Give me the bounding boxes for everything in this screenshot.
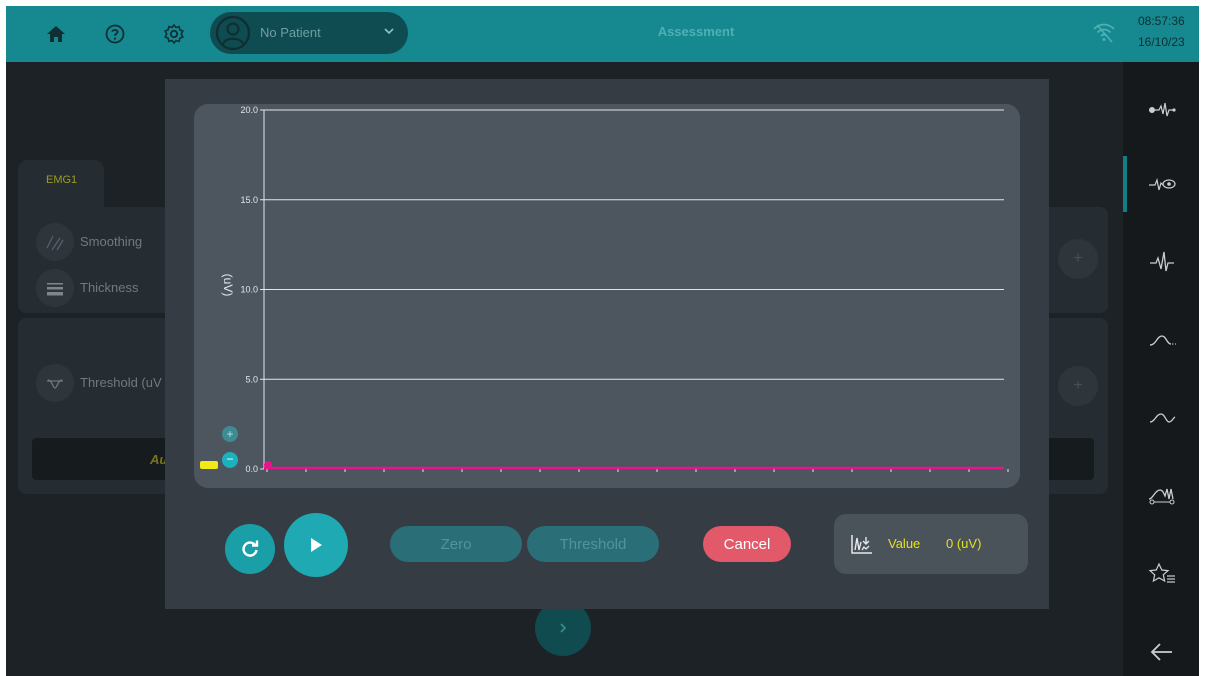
tab-emg1[interactable]: EMG1	[18, 160, 104, 212]
y-tick-label: 0.0	[245, 464, 258, 474]
curve-icon[interactable]	[1145, 326, 1179, 354]
zoom-out-button[interactable]: −	[222, 452, 238, 468]
emg-view-icon[interactable]	[1145, 170, 1179, 198]
zoom-in-button[interactable]: +	[222, 426, 238, 442]
clock-time: 08:57:36	[1138, 14, 1185, 28]
value-label: Value	[888, 536, 921, 551]
reset-button[interactable]	[225, 524, 275, 574]
y-tick-label: 10.0	[240, 285, 258, 295]
help-icon[interactable]	[101, 20, 129, 48]
clock-date: 16/10/23	[1138, 35, 1185, 49]
y-tick-label: 15.0	[240, 195, 258, 205]
refresh-icon	[242, 540, 259, 557]
tab-label: EMG1	[46, 174, 78, 186]
user-icon	[215, 15, 251, 51]
app-screen: No Patient Assessment 08:57:36 16/10/23	[6, 6, 1199, 676]
increase-button[interactable]: +	[1058, 239, 1098, 279]
thickness-label: Thickness	[80, 280, 139, 295]
value-readout: Value 0 (uV)	[834, 514, 1028, 574]
chart-value-icon	[851, 535, 872, 554]
value-reading: 0 (uV)	[946, 536, 982, 551]
top-bar: No Patient Assessment 08:57:36 16/10/23	[6, 6, 1199, 62]
thickness-icon	[36, 269, 74, 307]
emg-probe-icon[interactable]	[1145, 96, 1179, 124]
y-tick-label: 20.0	[240, 105, 258, 115]
chevron-down-icon	[384, 28, 394, 35]
cancel-button[interactable]: Cancel	[703, 526, 791, 562]
patient-selector[interactable]: No Patient	[210, 12, 408, 54]
signal-chart: 20.0 15.0 10.0 5.0 0.0 (uV) + −	[194, 104, 1020, 488]
smoothing-icon	[36, 223, 74, 261]
patient-name: No Patient	[260, 25, 321, 40]
favorites-icon[interactable]	[1145, 560, 1179, 588]
right-sidebar	[1123, 62, 1199, 676]
play-button[interactable]	[284, 513, 348, 577]
emg-signal-icon[interactable]	[1145, 248, 1179, 276]
threshold-label: Threshold (uV	[80, 375, 162, 390]
signal-start-point	[264, 461, 272, 469]
active-indicator	[1123, 156, 1127, 212]
wave-icon[interactable]	[1145, 404, 1179, 432]
threshold-marker[interactable]	[200, 461, 218, 469]
zero-button[interactable]: Zero	[390, 526, 522, 562]
y-axis-label: (uV)	[221, 274, 235, 297]
back-arrow-icon[interactable]	[1145, 638, 1179, 666]
signal-calibration-dialog: 20.0 15.0 10.0 5.0 0.0 (uV) + − Zero Thresho…	[165, 79, 1049, 609]
settings-icon[interactable]	[160, 20, 188, 48]
wifi-icon	[1093, 23, 1115, 43]
smoothing-label: Smoothing	[80, 234, 143, 249]
chart-canvas: 20.0 15.0 10.0 5.0 0.0 (uV)	[221, 105, 1009, 474]
threshold-button[interactable]: Threshold	[527, 526, 659, 562]
play-icon	[311, 538, 322, 552]
y-tick-label: 5.0	[245, 374, 258, 384]
chevron-right-icon	[560, 623, 567, 633]
trigger-icon[interactable]	[1145, 482, 1179, 510]
home-icon[interactable]	[42, 20, 70, 48]
increase-threshold-button[interactable]: +	[1058, 366, 1098, 406]
page-title: Assessment	[657, 24, 735, 39]
threshold-icon	[36, 364, 74, 402]
